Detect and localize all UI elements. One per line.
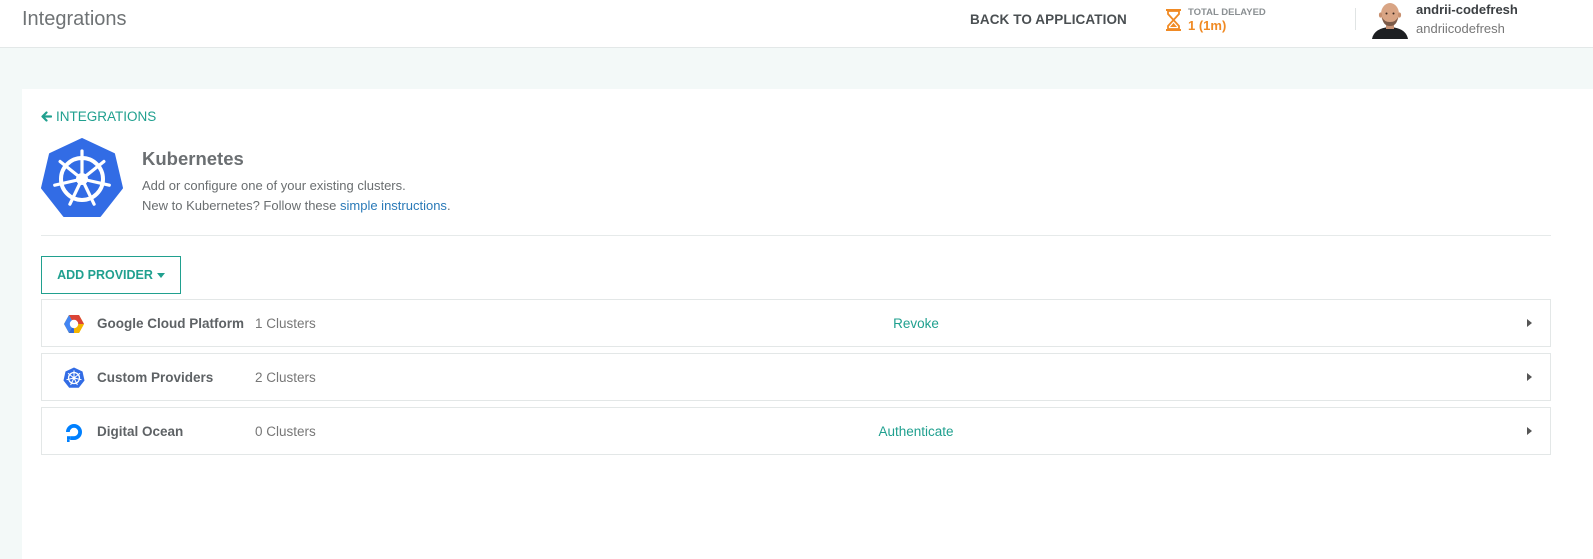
header-divider bbox=[1355, 8, 1356, 30]
provider-row-digital-ocean[interactable]: Digital Ocean 0 Clusters Authenticate bbox=[41, 407, 1551, 455]
back-to-application-link[interactable]: BACK TO APPLICATION bbox=[970, 12, 1127, 27]
authenticate-link[interactable]: Authenticate bbox=[42, 424, 1593, 439]
integration-description: Add or configure one of your existing cl… bbox=[142, 178, 406, 193]
simple-instructions-link[interactable]: simple instructions bbox=[340, 198, 447, 213]
add-provider-button[interactable]: ADD PROVIDER bbox=[41, 256, 181, 294]
integration-title: Kubernetes bbox=[142, 148, 244, 169]
hourglass-icon bbox=[1166, 9, 1181, 31]
user-login: andriicodefresh bbox=[1416, 21, 1505, 36]
revoke-link[interactable]: Revoke bbox=[42, 316, 1593, 331]
add-provider-label: ADD PROVIDER bbox=[57, 268, 153, 282]
provider-row-gcp[interactable]: Google Cloud Platform 1 Clusters Revoke bbox=[41, 299, 1551, 347]
integration-panel: INTEGRATIONS Kubernetes Add or configure… bbox=[22, 89, 1593, 559]
arrow-left-icon bbox=[41, 111, 52, 122]
user-name[interactable]: andrii-codefresh bbox=[1416, 2, 1518, 17]
kubernetes-icon bbox=[63, 367, 85, 388]
help-suffix: . bbox=[446, 198, 451, 213]
breadcrumb-label: INTEGRATIONS bbox=[56, 109, 157, 124]
caret-down-icon bbox=[156, 272, 165, 278]
provider-cluster-count: 2 Clusters bbox=[255, 370, 316, 385]
help-prefix: New to Kubernetes? Follow these bbox=[142, 198, 340, 213]
chevron-right-icon bbox=[1527, 427, 1532, 435]
chevron-right-icon bbox=[1527, 319, 1532, 327]
kubernetes-logo-icon bbox=[41, 138, 123, 217]
top-bar: Integrations BACK TO APPLICATION TOTAL D… bbox=[0, 0, 1593, 48]
breadcrumb-integrations[interactable]: INTEGRATIONS bbox=[41, 109, 156, 124]
integration-help: New to Kubernetes? Follow these simple i… bbox=[142, 198, 451, 213]
provider-name: Custom Providers bbox=[97, 370, 214, 385]
total-delayed-label: TOTAL DELAYED bbox=[1188, 7, 1266, 18]
user-avatar[interactable] bbox=[1370, 1, 1410, 39]
section-divider bbox=[41, 235, 1551, 236]
provider-row-custom[interactable]: Custom Providers 2 Clusters bbox=[41, 353, 1551, 401]
chevron-right-icon bbox=[1527, 373, 1532, 381]
total-delayed-value[interactable]: 1 (1m) bbox=[1188, 18, 1226, 33]
page-title: Integrations bbox=[22, 8, 127, 30]
